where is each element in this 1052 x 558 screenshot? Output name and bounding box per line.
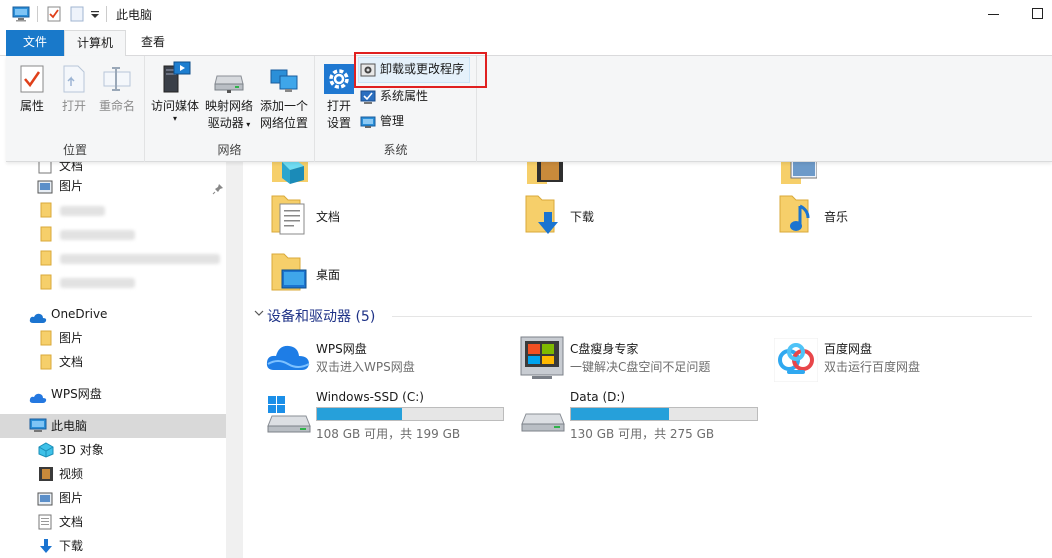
ribbon-group-network: 访问媒体 ▾ 映射网络 驱动器 ▾ 添加一个 网络位置 网络 [145, 56, 315, 162]
nav-item-documents[interactable]: 文档 [0, 510, 226, 534]
drive-c-usage-bar [316, 407, 504, 421]
nav-item-pictures-quick[interactable]: 图片 [0, 174, 226, 198]
open-button[interactable]: 打开 [56, 64, 92, 115]
tab-computer[interactable]: 计算机 [64, 30, 126, 57]
wps-cloud-icon [29, 388, 47, 412]
system-properties-icon [360, 90, 376, 104]
open-settings-button[interactable]: 打开 设置 [321, 64, 357, 132]
drive-c-usage-fill [317, 408, 402, 420]
nav-item-onedrive-documents[interactable]: 文档 [0, 350, 226, 374]
rename-icon [103, 67, 131, 91]
videos-folder-icon[interactable] [527, 158, 563, 189]
dropdown-arrow-icon: ▾ [172, 114, 177, 123]
tab-file[interactable]: 文件 [6, 30, 64, 56]
new-folder-quick-icon[interactable] [70, 6, 84, 25]
manage-button[interactable]: 管理 [358, 111, 404, 133]
computer-icon [12, 6, 30, 25]
nav-item-3d-objects[interactable]: 3D 对象 [0, 438, 226, 462]
documents-folder-icon [271, 195, 305, 235]
navigation-pane: 文档 图片 OneDrive 图片 文档 WPS网盘 此电脑 3D 对象 视频 … [0, 158, 226, 558]
section-divider [392, 316, 1032, 317]
add-network-location-button[interactable]: 添加一个 网络位置 [257, 68, 311, 132]
network-location-icon [270, 69, 298, 92]
collapse-chevron-icon[interactable] [254, 307, 264, 321]
access-media-button[interactable]: 访问媒体 ▾ [149, 60, 201, 123]
download-arrow-icon [38, 538, 54, 558]
minimize-icon [988, 14, 999, 15]
properties-quick-icon[interactable] [47, 6, 61, 25]
properties-button[interactable]: 属性 [14, 64, 50, 115]
tab-view[interactable]: 查看 [130, 30, 176, 56]
3d-objects-folder-icon[interactable] [272, 158, 308, 189]
media-server-icon [163, 61, 191, 93]
customize-toolbar-icon[interactable] [90, 9, 100, 23]
ribbon: 属性 打开 重命名 位置 访问媒体 ▾ 映射网络 驱动器 ▾ 添加一个 网络位置… [6, 56, 1052, 162]
tile-wps-drive[interactable]: WPS网盘 双击进入WPS网盘 [266, 336, 506, 388]
uninstall-icon [360, 63, 376, 77]
nav-item-videos[interactable]: 视频 [0, 462, 226, 486]
group-label-network: 网络 [217, 143, 242, 157]
tile-baidu-netdisk[interactable]: 百度网盘 双击运行百度网盘 [774, 336, 1014, 388]
folder-desktop[interactable]: 桌面 [270, 250, 490, 298]
nav-item-this-pc[interactable]: 此电脑 [0, 414, 226, 438]
minimize-button[interactable] [984, 4, 1004, 24]
group-label-system: 系统 [383, 143, 408, 157]
baidu-netdisk-icon [774, 338, 818, 382]
nav-item-redacted-folder[interactable] [0, 222, 226, 246]
nav-item-onedrive[interactable]: OneDrive [0, 302, 226, 326]
drive-d-usage-bar [570, 407, 758, 421]
ribbon-tabs: 文件 计算机 查看 [0, 28, 1052, 57]
pictures-folder-icon[interactable] [781, 157, 818, 189]
folder-downloads[interactable]: 下载 [524, 192, 744, 240]
drive-c[interactable]: Windows-SSD (C:) 108 GB 可用，共 199 GB [266, 390, 516, 442]
folder-icon [40, 354, 52, 378]
properties-icon [20, 65, 44, 93]
window-title: 此电脑 [116, 8, 153, 22]
nav-item-redacted-folder[interactable] [0, 270, 226, 294]
c-drive-cleaner-icon [520, 336, 564, 379]
nav-item-redacted-folder[interactable] [0, 246, 226, 270]
uninstall-programs-button[interactable]: 卸载或更改程序 [358, 59, 464, 81]
manage-icon [360, 116, 376, 128]
group-label-location: 位置 [62, 143, 87, 157]
nav-item-redacted-folder[interactable] [0, 198, 226, 222]
rename-button[interactable]: 重命名 [96, 64, 138, 115]
folder-icon [40, 274, 52, 298]
folder-music[interactable]: 音乐 [778, 192, 998, 240]
nav-item-pictures[interactable]: 图片 [0, 486, 226, 510]
network-drive-icon [214, 75, 244, 93]
wps-cloud-icon [266, 345, 310, 370]
music-folder-icon [779, 195, 810, 233]
settings-gear-icon [324, 64, 354, 94]
title-bar: 此电脑 [0, 0, 1052, 28]
nav-item-onedrive-pictures[interactable]: 图片 [0, 326, 226, 350]
map-network-drive-button[interactable]: 映射网络 驱动器 ▾ [203, 68, 255, 133]
section-header-devices[interactable]: 设备和驱动器 (5) [267, 306, 375, 326]
drive-d-usage-fill [571, 408, 670, 420]
drive-d[interactable]: Data (D:) 130 GB 可用，共 275 GB [520, 390, 770, 442]
maximize-icon [1032, 8, 1043, 19]
hard-drive-icon [521, 413, 565, 432]
folder-documents[interactable]: 文档 [270, 192, 490, 240]
system-properties-button[interactable]: 系统属性 [358, 86, 428, 108]
maximize-button[interactable] [1028, 4, 1048, 24]
nav-item-wps-drive[interactable]: WPS网盘 [0, 382, 226, 406]
ribbon-group-location: 属性 打开 重命名 位置 [6, 56, 145, 162]
desktop-folder-icon [271, 253, 307, 291]
tile-c-drive-cleaner[interactable]: C盘瘦身专家 一键解决C盘空间不足问题 [520, 336, 760, 388]
downloads-folder-icon [525, 195, 558, 234]
windows-drive-icon [267, 396, 311, 433]
nav-scrollbar[interactable] [226, 162, 243, 558]
nav-item-downloads[interactable]: 下载 [0, 534, 226, 558]
open-icon [63, 65, 85, 93]
